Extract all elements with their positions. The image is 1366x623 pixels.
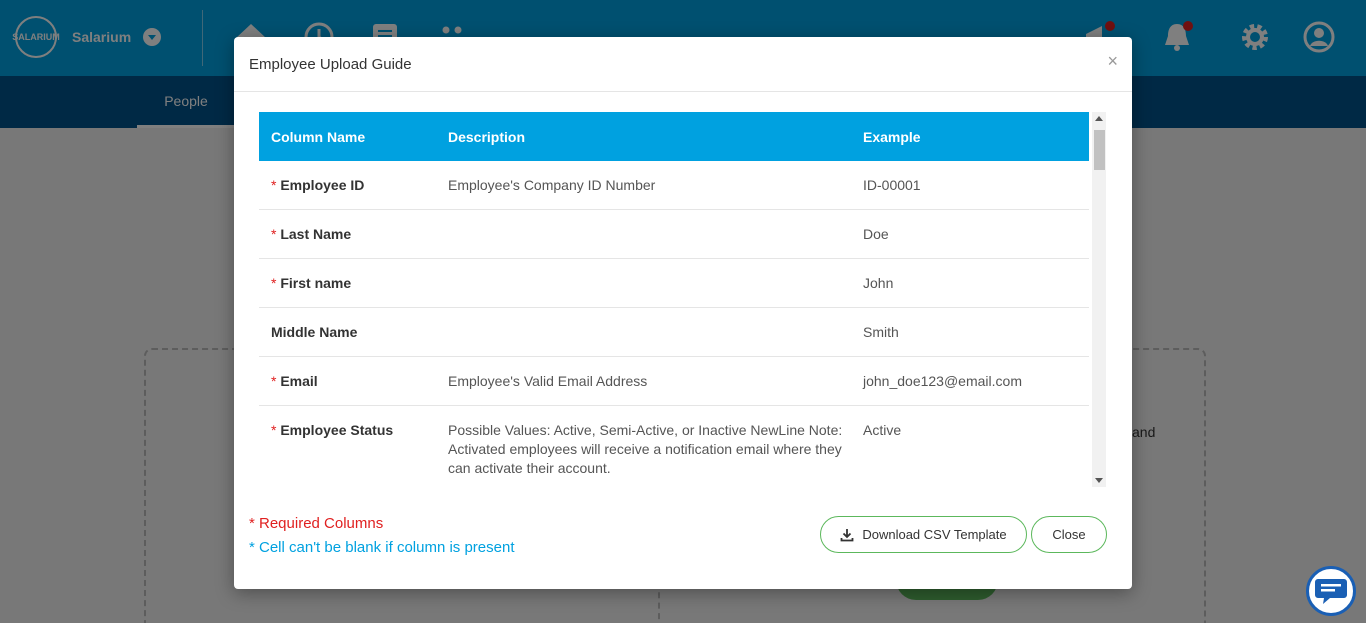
example-cell: John: [851, 258, 1089, 308]
column-name-text: Email: [280, 373, 318, 389]
employee-upload-guide-modal: Employee Upload Guide × Column Name Desc…: [234, 37, 1132, 589]
close-button[interactable]: Close: [1031, 516, 1107, 553]
table-row: Middle Name Smith: [259, 307, 1089, 357]
required-marker: *: [271, 177, 281, 193]
description-cell: [436, 258, 851, 308]
required-marker: *: [271, 422, 281, 438]
required-columns-legend: * Required Columns: [249, 515, 384, 532]
close-icon[interactable]: ×: [1107, 51, 1118, 72]
table-header-row: Column Name Description Example: [259, 112, 1089, 161]
guide-table-container[interactable]: Column Name Description Example * Employ…: [259, 112, 1106, 487]
close-button-label: Close: [1052, 527, 1086, 542]
scroll-up-arrow-icon[interactable]: [1095, 116, 1103, 121]
description-cell: [436, 307, 851, 357]
column-name-cell: * Last Name: [259, 209, 436, 259]
example-cell: Active: [851, 405, 1089, 487]
table-row: * First name John: [259, 258, 1089, 308]
column-name-cell: Middle Name: [259, 307, 436, 357]
column-name-text: Employee ID: [280, 177, 365, 193]
example-cell: john_doe123@email.com: [851, 356, 1089, 406]
example-cell: Doe: [851, 209, 1089, 259]
table-row: * Email Employee's Valid Email Address joh…: [259, 356, 1089, 406]
scrollbar-thumb[interactable]: [1094, 130, 1105, 170]
column-name-text: Middle Name: [271, 324, 358, 340]
table-scrollbar[interactable]: [1092, 112, 1106, 487]
column-name-cell: * Employee Status: [259, 405, 436, 487]
table-row: * Last Name Doe: [259, 209, 1089, 259]
required-marker: *: [271, 373, 281, 389]
table-row: * Employee ID Employee's Company ID Numbe…: [259, 161, 1089, 210]
download-csv-template-button[interactable]: Download CSV Template: [820, 516, 1027, 553]
column-header-name: Column Name: [259, 112, 436, 161]
download-icon: [840, 528, 854, 541]
description-cell: [436, 209, 851, 259]
description-cell: Employee's Company ID Number: [436, 161, 851, 210]
download-button-label: Download CSV Template: [862, 527, 1007, 542]
example-cell: ID-00001: [851, 161, 1089, 210]
not-blank-legend: * Cell can't be blank if column is prese…: [249, 539, 515, 556]
description-cell: Possible Values: Active, Semi-Active, or…: [436, 405, 851, 487]
example-cell: Smith: [851, 307, 1089, 357]
scroll-down-arrow-icon[interactable]: [1095, 478, 1103, 483]
column-name-text: First name: [280, 275, 352, 291]
required-marker: *: [271, 275, 281, 291]
modal-title: Employee Upload Guide: [249, 56, 412, 73]
table-row: * Employee Status Possible Values: Active…: [259, 405, 1089, 487]
description-cell: Employee's Valid Email Address: [436, 356, 851, 406]
modal-header: Employee Upload Guide ×: [234, 37, 1132, 92]
column-name-text: Last Name: [280, 226, 352, 242]
chat-icon: [1315, 579, 1347, 604]
guide-table: Column Name Description Example * Employ…: [259, 112, 1089, 487]
column-header-description: Description: [436, 112, 851, 161]
column-name-cell: * Email: [259, 356, 436, 406]
column-header-example: Example: [851, 112, 1089, 161]
required-marker: *: [271, 226, 281, 242]
column-name-cell: * Employee ID: [259, 161, 436, 210]
table-body: * Employee ID Employee's Company ID Numbe…: [259, 161, 1089, 487]
column-name-cell: * First name: [259, 258, 436, 308]
chat-widget-button[interactable]: [1306, 566, 1356, 616]
column-name-text: Employee Status: [280, 422, 394, 438]
